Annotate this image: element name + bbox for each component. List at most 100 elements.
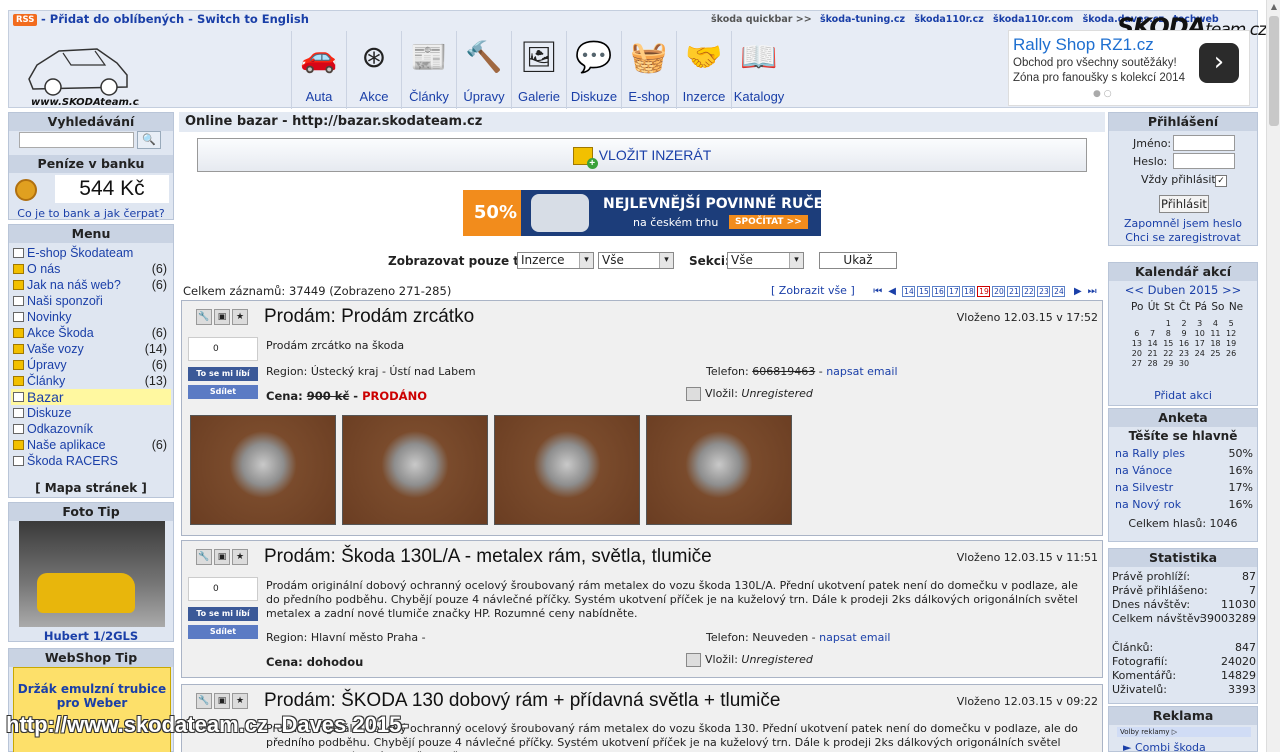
filter-submit-button[interactable]: Ukaž bbox=[819, 252, 897, 269]
like-counter[interactable]: 0 bbox=[188, 577, 258, 601]
nav-diskuze[interactable]: 💬 Diskuze bbox=[566, 31, 621, 109]
calendar-day[interactable]: 14 bbox=[1145, 339, 1161, 348]
ad-next-button[interactable]: › bbox=[1199, 43, 1239, 83]
star-icon[interactable]: ★ bbox=[232, 549, 248, 565]
page-link[interactable]: 21 bbox=[1007, 285, 1021, 297]
menu-item-racers[interactable]: Škoda RACERS bbox=[11, 453, 171, 469]
listing-title[interactable]: Prodám: ŠKODA 130 dobový rám + přídavná … bbox=[264, 690, 780, 712]
calendar-day[interactable]: 16 bbox=[1176, 339, 1192, 348]
facebook-like-button[interactable]: To se mi líbí bbox=[188, 367, 258, 381]
photo-tip-caption[interactable]: Hubert 1/2GLS bbox=[9, 629, 173, 643]
username-input[interactable] bbox=[1173, 135, 1235, 151]
next-page-icon[interactable]: ▶ bbox=[1074, 286, 1082, 297]
section-select[interactable]: Vše bbox=[727, 252, 804, 269]
menu-item-eshop[interactable]: E-shop Škodateam bbox=[11, 245, 171, 261]
login-button[interactable]: Přihlásit bbox=[1159, 195, 1209, 213]
calendar-day[interactable]: 17 bbox=[1192, 339, 1208, 348]
calendar-day[interactable]: 19 bbox=[1223, 339, 1239, 348]
ad-choices-bar[interactable]: Volby reklamy ▷ bbox=[1117, 727, 1251, 737]
page-link[interactable]: 16 bbox=[932, 285, 946, 297]
quicklink-3[interactable]: škoda110r.com bbox=[993, 14, 1073, 25]
calendar-day[interactable]: 6 bbox=[1129, 329, 1145, 338]
photo-tip-image[interactable] bbox=[19, 521, 165, 627]
calendar-day[interactable]: 27 bbox=[1129, 359, 1145, 368]
webshop-ad[interactable]: Držák emulzní trubice pro Weber bbox=[13, 667, 171, 752]
listing-photo[interactable] bbox=[190, 415, 336, 525]
star-icon[interactable]: ★ bbox=[232, 693, 248, 709]
poll-option[interactable]: na Rally ples 50% bbox=[1115, 447, 1253, 460]
banner-cta[interactable]: SPOČÍTAT >> bbox=[729, 215, 808, 229]
menu-item-upravy[interactable]: Úpravy (6) bbox=[11, 357, 171, 373]
type-select[interactable]: Inzerce bbox=[517, 252, 594, 269]
gallery-icon[interactable]: ▣ bbox=[214, 549, 230, 565]
site-logo[interactable]: www.SKODAteam.cz bbox=[19, 35, 139, 107]
quicklink-2[interactable]: škoda110r.cz bbox=[914, 14, 983, 25]
calendar-day[interactable]: 20 bbox=[1129, 349, 1145, 358]
calendar-day[interactable]: 12 bbox=[1223, 329, 1239, 338]
type2-select[interactable]: Vše bbox=[598, 252, 674, 269]
password-input[interactable] bbox=[1173, 153, 1235, 169]
like-counter[interactable]: 0 bbox=[188, 337, 258, 361]
gallery-icon[interactable]: ▣ bbox=[214, 309, 230, 325]
calendar-day[interactable]: 10 bbox=[1192, 329, 1208, 338]
last-page-icon[interactable]: ⏭ bbox=[1088, 286, 1097, 297]
listing-photo[interactable] bbox=[494, 415, 640, 525]
facebook-share-button[interactable]: Sdílet bbox=[188, 385, 258, 399]
favorites-link[interactable]: - Přidat do oblíbených - Switch to Engli… bbox=[41, 12, 309, 26]
menu-item-sponzori[interactable]: Naši sponzoři bbox=[11, 293, 171, 309]
calendar-day[interactable]: 11 bbox=[1208, 329, 1224, 338]
quicklink-1[interactable]: škoda-tuning.cz bbox=[820, 14, 905, 25]
poll-option[interactable]: na Vánoce 16% bbox=[1115, 464, 1253, 477]
sitemap-link[interactable]: [ Mapa stránek ] bbox=[9, 481, 173, 495]
page-link[interactable]: 23 bbox=[1037, 285, 1051, 297]
facebook-like-button[interactable]: To se mi líbí bbox=[188, 607, 258, 621]
nav-katalogy[interactable]: 📖 Katalogy bbox=[731, 31, 786, 109]
page-link[interactable]: 18 bbox=[962, 285, 976, 297]
calendar-day[interactable]: 23 bbox=[1176, 349, 1192, 358]
menu-item-novinky[interactable]: Novinky bbox=[11, 309, 171, 325]
calendar-day[interactable]: 18 bbox=[1208, 339, 1224, 348]
bank-help-link[interactable]: Co je to bank a jak čerpat? bbox=[9, 207, 173, 220]
menu-item-clanky[interactable]: Články (13) bbox=[11, 373, 171, 389]
register-link[interactable]: Chci se zaregistrovat bbox=[1109, 231, 1257, 244]
tools-icon[interactable]: 🔧 bbox=[196, 549, 212, 565]
calendar-day[interactable]: 22 bbox=[1160, 349, 1176, 358]
nav-akce[interactable]: ⊛ Akce bbox=[346, 31, 401, 109]
page-scrollbar[interactable]: ▲ bbox=[1266, 0, 1280, 752]
nav-galerie[interactable]: 🖼 Galerie bbox=[511, 31, 566, 109]
menu-item-vase-vozy[interactable]: Vaše vozy (14) bbox=[11, 341, 171, 357]
page-link[interactable]: 15 bbox=[917, 285, 931, 297]
calendar-day[interactable]: 5 bbox=[1223, 319, 1239, 328]
insurance-banner[interactable]: 50% NEJLEVNĚJŠÍ POVINNÉ RUČENÍ na českém… bbox=[463, 190, 821, 236]
nav-inzerce[interactable]: 🤝 Inzerce bbox=[676, 31, 731, 109]
calendar-day[interactable]: 8 bbox=[1160, 329, 1176, 338]
calendar-day[interactable]: 13 bbox=[1129, 339, 1145, 348]
menu-item-aplikace[interactable]: Naše aplikace (6) bbox=[11, 437, 171, 453]
facebook-share-button[interactable]: Sdílet bbox=[188, 625, 258, 639]
calendar-day[interactable]: 26 bbox=[1223, 349, 1239, 358]
nav-eshop[interactable]: 🧺 E-shop bbox=[621, 31, 676, 109]
calendar-day[interactable]: 28 bbox=[1145, 359, 1161, 368]
page-link[interactable]: 24 bbox=[1052, 285, 1066, 297]
header-ad[interactable]: Rally Shop RZ1.cz Obchod pro všechny sou… bbox=[1008, 30, 1250, 106]
calendar-day[interactable]: 1 bbox=[1160, 319, 1176, 328]
star-icon[interactable]: ★ bbox=[232, 309, 248, 325]
calendar-day[interactable]: 30 bbox=[1176, 359, 1192, 368]
calendar-day[interactable]: 4 bbox=[1208, 319, 1224, 328]
calendar-day[interactable]: 25 bbox=[1208, 349, 1224, 358]
calendar-day[interactable]: 9 bbox=[1176, 329, 1192, 338]
page-link[interactable]: 20 bbox=[992, 285, 1006, 297]
listing-title[interactable]: Prodám: Škoda 130L/A - metalex rám, svět… bbox=[264, 546, 712, 568]
scroll-up-icon[interactable]: ▲ bbox=[1267, 0, 1280, 14]
listing-title[interactable]: Prodám: Prodám zrcátko bbox=[264, 306, 474, 328]
calendar-day[interactable]: 2 bbox=[1176, 319, 1192, 328]
ad-link[interactable]: ► Combi škoda bbox=[1123, 741, 1206, 752]
nav-auta[interactable]: 🚗 Auta bbox=[291, 31, 346, 109]
listing-photo[interactable] bbox=[646, 415, 792, 525]
calendar-day[interactable]: 7 bbox=[1145, 329, 1161, 338]
poll-option[interactable]: na Silvestr 17% bbox=[1115, 481, 1253, 494]
nav-clanky[interactable]: 📰 Články bbox=[401, 31, 456, 109]
forgot-password-link[interactable]: Zapomněl jsem heslo bbox=[1109, 217, 1257, 230]
scroll-thumb[interactable] bbox=[1269, 16, 1279, 126]
listing-photo[interactable] bbox=[342, 415, 488, 525]
